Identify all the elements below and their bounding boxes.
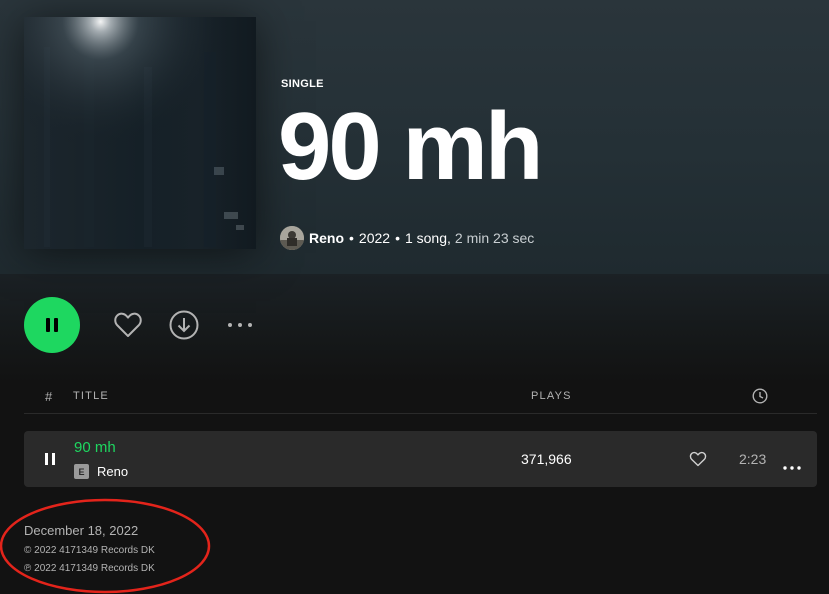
artist-avatar[interactable] [280,226,304,250]
track-duration: 2:23 [739,451,767,467]
album-page: SINGLE 90 mh Reno • 2022 • 1 song, 2 min… [0,0,829,594]
pause-icon[interactable] [44,452,56,471]
more-options-button[interactable] [222,307,258,343]
save-to-library-button[interactable] [110,307,146,343]
track-row[interactable]: 90 mh E Reno 371,966 2:23 [24,431,817,487]
download-button[interactable] [166,307,202,343]
track-title[interactable]: 90 mh [74,439,116,456]
album-duration: 2 min 23 sec [454,230,535,246]
column-title: TITLE [73,390,109,402]
album-cover[interactable] [24,17,256,249]
heart-icon [114,312,142,337]
album-title: 90 mh [278,93,543,200]
pause-icon [46,318,58,332]
track-subtitle: E Reno [74,464,128,479]
song-count: 1 song, [404,230,451,246]
pause-button[interactable] [24,297,80,353]
meta-separator: • [395,230,400,246]
download-icon [169,310,199,340]
explicit-badge: E [74,464,89,479]
release-date: December 18, 2022 [24,523,139,538]
column-plays: PLAYS [531,390,572,402]
album-meta: Reno • 2022 • 1 song, 2 min 23 sec [280,226,534,250]
meta-separator: • [349,230,354,246]
more-icon [228,323,252,327]
clock-icon [752,388,768,407]
track-artist[interactable]: Reno [97,464,128,479]
release-year: 2022 [358,230,391,246]
column-number: # [45,389,53,404]
heart-icon[interactable] [689,451,707,472]
artist-link[interactable]: Reno [309,230,344,246]
phonographic-copyright-text: ℗ 2022 4171349 Records DK [24,563,155,574]
track-plays: 371,966 [521,451,572,467]
album-type-label: SINGLE [281,78,324,90]
more-icon[interactable] [783,457,801,475]
tracklist-header: # TITLE PLAYS [24,380,817,414]
copyright-text: © 2022 4171349 Records DK [24,545,155,556]
